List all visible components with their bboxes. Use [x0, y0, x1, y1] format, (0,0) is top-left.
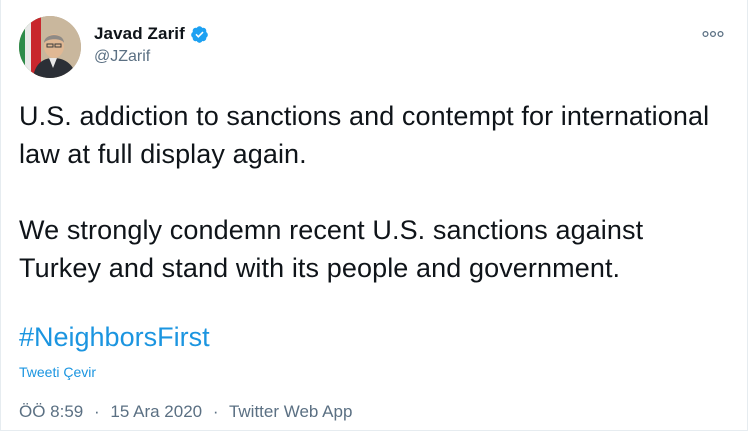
meta-separator: · [94, 402, 100, 421]
tweet-meta: ÖÖ 8:59 · 15 Ara 2020 · Twitter Web App [19, 402, 352, 422]
verified-badge-icon [190, 25, 209, 44]
author-handle[interactable]: @JZarif [94, 48, 209, 66]
tweet-time[interactable]: ÖÖ 8:59 [19, 402, 83, 421]
more-options-button[interactable] [699, 24, 727, 44]
name-row: Javad Zarif [94, 22, 209, 46]
more-options-icon [702, 25, 724, 43]
tweet-text: U.S. addiction to sanctions and contempt… [19, 97, 719, 287]
meta-separator: · [212, 402, 219, 421]
tweet-source[interactable]: Twitter Web App [229, 402, 352, 421]
profile-avatar[interactable] [19, 16, 81, 78]
tweet-date[interactable]: 15 Ara 2020 [110, 402, 202, 421]
translate-tweet-link[interactable]: Tweeti Çevir [19, 364, 96, 380]
tweet-header: Javad Zarif @JZarif [19, 16, 729, 78]
tweet-paragraph-1: U.S. addiction to sanctions and contempt… [19, 101, 710, 169]
tweet-card: Javad Zarif @JZarif U.S. addiction to sa… [0, 0, 748, 431]
tweet-paragraph-2: We strongly condemn recent U.S. sanction… [19, 215, 644, 283]
display-name[interactable]: Javad Zarif [94, 24, 185, 44]
author-block: Javad Zarif @JZarif [94, 22, 209, 66]
hashtag-link[interactable]: #NeighborsFirst [19, 318, 210, 356]
